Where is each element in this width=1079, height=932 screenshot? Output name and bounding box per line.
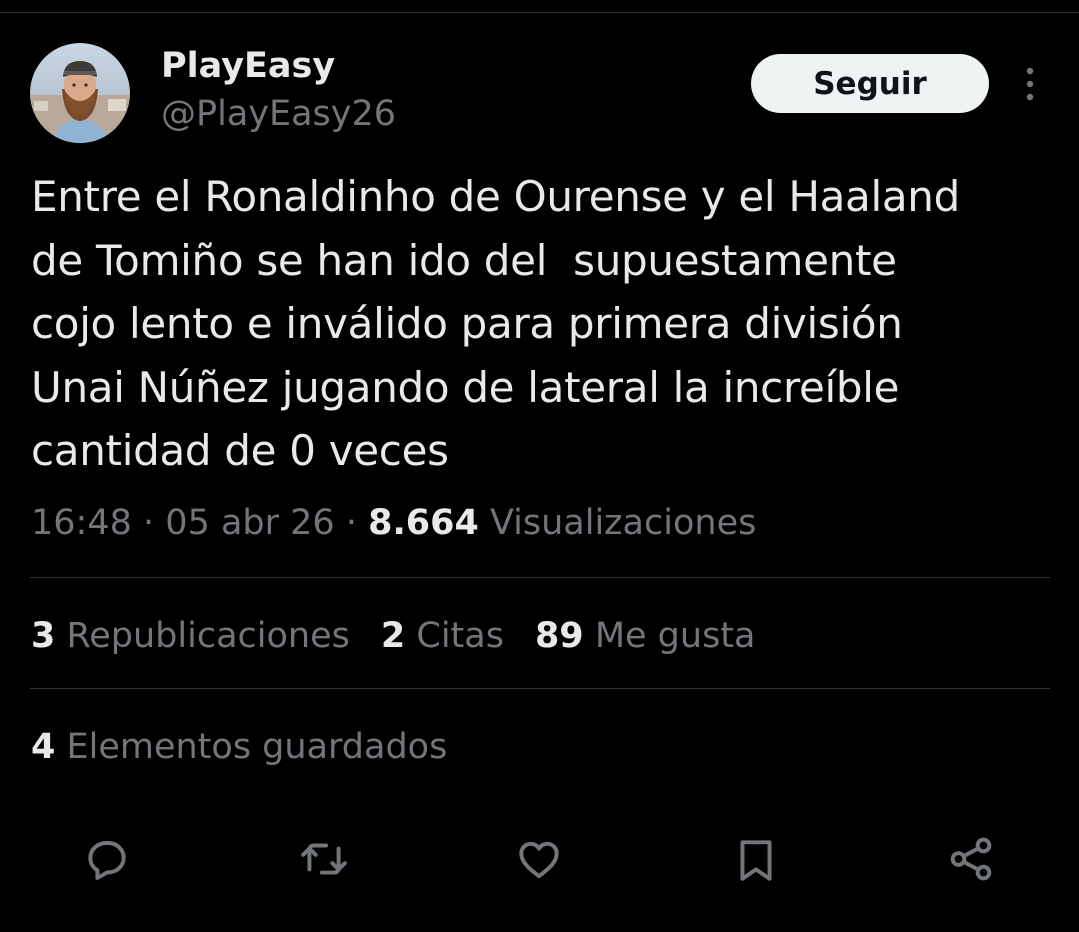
author-display-name[interactable]: PlayEasy <box>161 44 335 88</box>
tweet-date[interactable]: 05 abr 26 <box>165 503 334 543</box>
saved-count: 4 <box>31 727 56 767</box>
meta-separator: · <box>143 503 155 543</box>
divider <box>30 688 1050 689</box>
tweet-meta: 16:48 · 05 abr 26 · 8.664 Visualizacione… <box>31 500 756 546</box>
bookmark-icon[interactable] <box>731 834 781 884</box>
author-handle[interactable]: @PlayEasy26 <box>161 92 396 136</box>
share-icon[interactable] <box>946 834 996 884</box>
repost-icon[interactable] <box>298 834 348 884</box>
reposts-stat[interactable]: 3 Republicaciones <box>31 613 350 659</box>
saved-label: Elementos guardados <box>66 727 448 767</box>
like-icon[interactable] <box>514 834 564 884</box>
quotes-count: 2 <box>380 616 406 656</box>
likes-stat[interactable]: 89 Me gusta <box>535 613 756 659</box>
meta-separator: · <box>345 503 357 543</box>
views-label: Visualizaciones <box>489 503 757 543</box>
top-divider <box>0 12 1079 13</box>
quotes-stat[interactable]: 2 Citas <box>381 613 504 659</box>
avatar-image <box>30 43 130 143</box>
tweet-text-line: Unai Núñez jugando de lateral la increíb… <box>31 362 900 412</box>
follow-button[interactable]: Seguir <box>751 54 989 113</box>
likes-count: 89 <box>534 616 584 656</box>
likes-label: Me gusta <box>594 616 756 656</box>
saved-stat: 4 Elementos guardados <box>31 724 447 770</box>
quotes-label: Citas <box>416 616 504 656</box>
tweet-text-line: cojo lento e inválido para primera divis… <box>31 299 903 348</box>
tweet-text-line: de Tomiño se han ido del supuestamente <box>31 235 897 285</box>
tweet-text: Entre el Ronaldinho de Ourense y el Haal… <box>31 165 1031 483</box>
tweet-text-line: Entre el Ronaldinho de Ourense y el Haal… <box>31 172 960 221</box>
tweet-time[interactable]: 16:48 <box>31 503 132 543</box>
views-count: 8.664 <box>368 503 479 543</box>
tweet-text-line: cantidad de 0 veces <box>31 426 449 475</box>
reposts-count: 3 <box>31 616 56 656</box>
divider <box>30 577 1050 578</box>
engagement-stats: 3 Republicaciones 2 Citas 89 Me gusta <box>31 613 786 659</box>
more-options-icon[interactable] <box>1012 64 1048 104</box>
reply-icon[interactable] <box>82 834 132 884</box>
avatar[interactable] <box>30 43 130 143</box>
reposts-label: Republicaciones <box>66 616 350 656</box>
